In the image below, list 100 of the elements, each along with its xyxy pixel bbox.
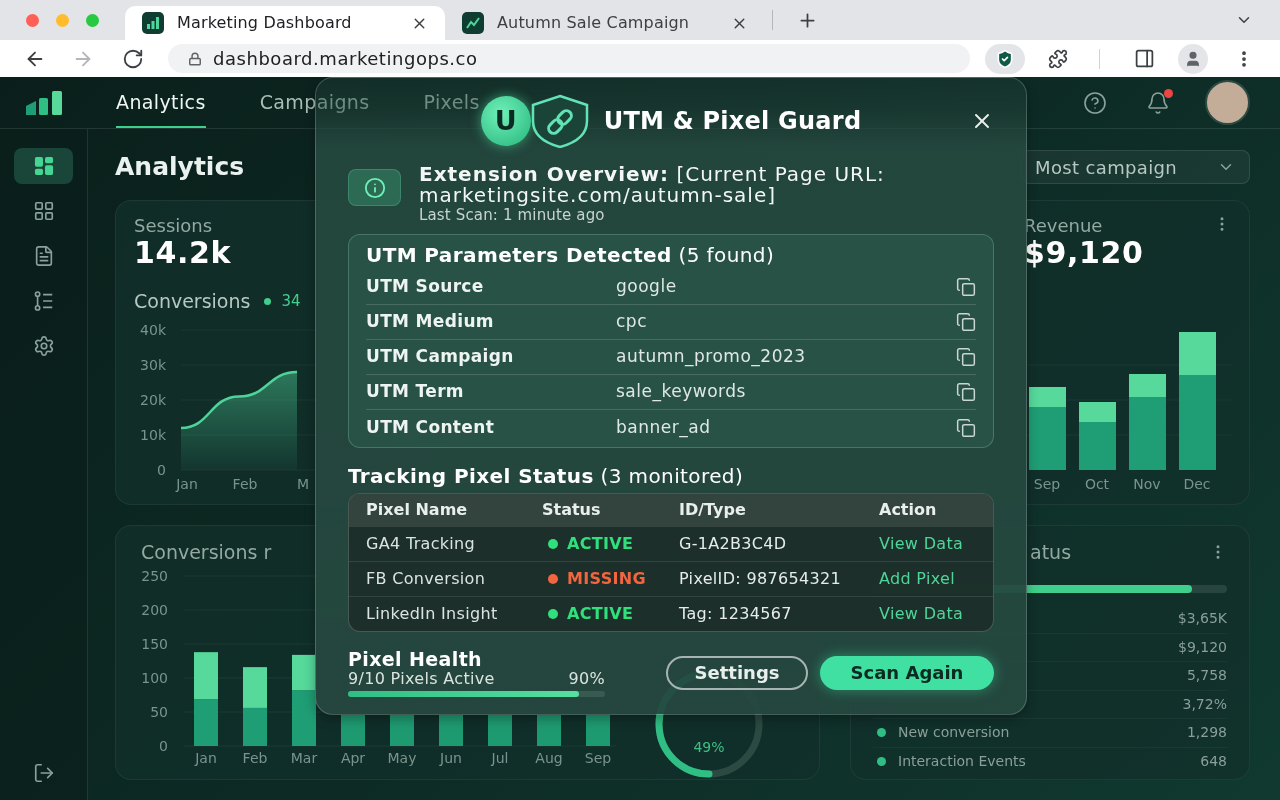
chart-title: Conversions xyxy=(134,290,251,313)
status-row-value: 5,758 xyxy=(1186,666,1227,686)
legend-value: 34 xyxy=(281,291,301,312)
action-link[interactable]: View Data xyxy=(879,532,993,556)
status-row-label: New conversion xyxy=(898,723,1010,743)
chart-title: Conversions r xyxy=(141,541,272,563)
profile-icon[interactable] xyxy=(1178,43,1208,74)
table-cell-text: PixelID: 987654321 xyxy=(679,568,842,590)
settings-icon xyxy=(32,335,55,357)
status-row-value: $3,65K xyxy=(1177,609,1227,629)
status-row-value: $9,120 xyxy=(1178,637,1227,657)
copy-icon[interactable] xyxy=(956,312,976,332)
browser-tab[interactable]: Autumn Sale Campaign xyxy=(445,6,765,40)
lock-icon xyxy=(188,51,202,66)
axis-tick-label: 250 xyxy=(141,568,168,584)
stat-label: Sessions xyxy=(134,215,213,236)
axis-tick-label: Apr xyxy=(340,750,366,766)
help-icon[interactable] xyxy=(1083,90,1107,115)
axis-tick-label: Aug xyxy=(535,750,563,766)
info-icon xyxy=(348,169,401,206)
axis-tick-label: 30k xyxy=(140,356,166,373)
stat-value: 14.2k xyxy=(134,236,231,270)
avatar[interactable] xyxy=(1205,80,1250,125)
health-summary: 9/10 Pixels Active xyxy=(348,670,495,688)
axis-tick-label: Oct xyxy=(1084,475,1110,492)
axis-tick-label: Jun xyxy=(440,750,462,766)
param-value: banner_ad xyxy=(616,415,711,440)
axis-tick-label: 20k xyxy=(140,391,166,408)
param-value: cpc xyxy=(616,310,647,334)
param-name: UTM Term xyxy=(366,380,465,404)
action-link[interactable]: Add Pixel xyxy=(879,567,993,591)
url-text: dashboard.marketingops.co xyxy=(213,47,478,71)
column-header: Pixel Name xyxy=(366,499,469,521)
nav-tab[interactable]: Campaigns xyxy=(259,77,370,128)
health-title: Pixel Health xyxy=(348,648,482,670)
copy-icon[interactable] xyxy=(956,347,976,367)
param-name: UTM Content xyxy=(366,415,496,439)
page-title: Analytics xyxy=(115,151,245,184)
bar-segment xyxy=(243,707,267,746)
shield-icon xyxy=(995,48,1015,69)
param-name: UTM Campaign xyxy=(366,345,515,369)
nav-tab[interactable]: Pixels xyxy=(423,77,480,128)
status-row-value: 3,72% xyxy=(1182,694,1227,714)
gauge-reading: 49% xyxy=(693,739,725,755)
logo-bars-icon xyxy=(24,90,64,115)
scan-again-button[interactable]: Scan Again xyxy=(820,655,994,690)
axis-tick-label: Feb xyxy=(242,750,268,766)
nav-tab[interactable]: Analytics xyxy=(116,77,206,128)
column-header: Status xyxy=(542,499,602,521)
axis-tick-label: 0 xyxy=(157,461,166,478)
axis-tick-label: Jul xyxy=(491,750,509,766)
axis-tick-label: 150 xyxy=(141,636,168,652)
copy-icon[interactable] xyxy=(956,417,976,438)
card-title: atus xyxy=(1030,541,1072,563)
puzzle-icon xyxy=(1048,48,1068,69)
column-header: Action xyxy=(879,499,938,521)
status-row-value: 648 xyxy=(1200,752,1227,772)
sidebar-item[interactable] xyxy=(14,148,73,184)
table-cell-text: GA4 Tracking xyxy=(366,533,477,555)
reload-icon[interactable] xyxy=(122,47,144,70)
last-scan-text: Last Scan: 1 minute ago xyxy=(419,207,605,224)
popup-title: UTM & Pixel Guard xyxy=(603,106,862,137)
axis-tick-label: Mar xyxy=(290,750,318,766)
table-cell-text: LinkedIn Insight xyxy=(366,603,499,625)
list-icon xyxy=(32,290,55,312)
logo-badge: U xyxy=(480,96,531,146)
copy-icon[interactable] xyxy=(956,277,976,297)
extension-button[interactable] xyxy=(985,43,1025,74)
axis-tick-label: Dec xyxy=(1183,475,1211,492)
action-link[interactable]: View Data xyxy=(879,602,993,626)
stat-label: Revenue xyxy=(1024,215,1103,236)
revenue-bar xyxy=(1079,401,1116,470)
bar-segment xyxy=(243,667,267,708)
axis-tick-label: 10k xyxy=(140,426,166,443)
axis-tick-label: May xyxy=(387,750,417,766)
stat-value: $9,120 xyxy=(1024,236,1144,270)
axis-tick-label: Jan xyxy=(176,475,198,492)
bell-icon[interactable] xyxy=(1146,90,1170,115)
param-value: sale_keywords xyxy=(616,380,746,404)
axis-tick-label: 0 xyxy=(159,738,168,754)
trend-favicon-icon xyxy=(462,12,484,34)
column-header: ID/Type xyxy=(679,499,747,521)
bar-segment xyxy=(194,699,218,746)
axis-tick-label: 40k xyxy=(140,321,166,338)
axis-tick-label: 50 xyxy=(150,704,168,720)
bar-segment xyxy=(194,652,218,700)
axis-tick-label: Sep xyxy=(584,750,612,766)
status-row-label: Interaction Events xyxy=(898,752,1026,772)
section-title: UTM Parameters Detected (5 found) xyxy=(366,243,776,267)
status-text: ACTIVE xyxy=(567,533,634,555)
side-panel-icon[interactable] xyxy=(1134,48,1155,69)
health-percent: 90% xyxy=(568,670,605,688)
browser-tab[interactable]: Marketing Dashboard xyxy=(125,6,445,40)
copy-icon[interactable] xyxy=(956,382,976,402)
settings-button[interactable]: Settings xyxy=(666,655,808,690)
address-bar[interactable]: dashboard.marketingops.co xyxy=(168,44,970,73)
param-value: google xyxy=(616,275,677,299)
logout-icon[interactable] xyxy=(32,762,55,784)
param-name: UTM Source xyxy=(366,275,485,299)
status-text: MISSING xyxy=(567,568,646,590)
